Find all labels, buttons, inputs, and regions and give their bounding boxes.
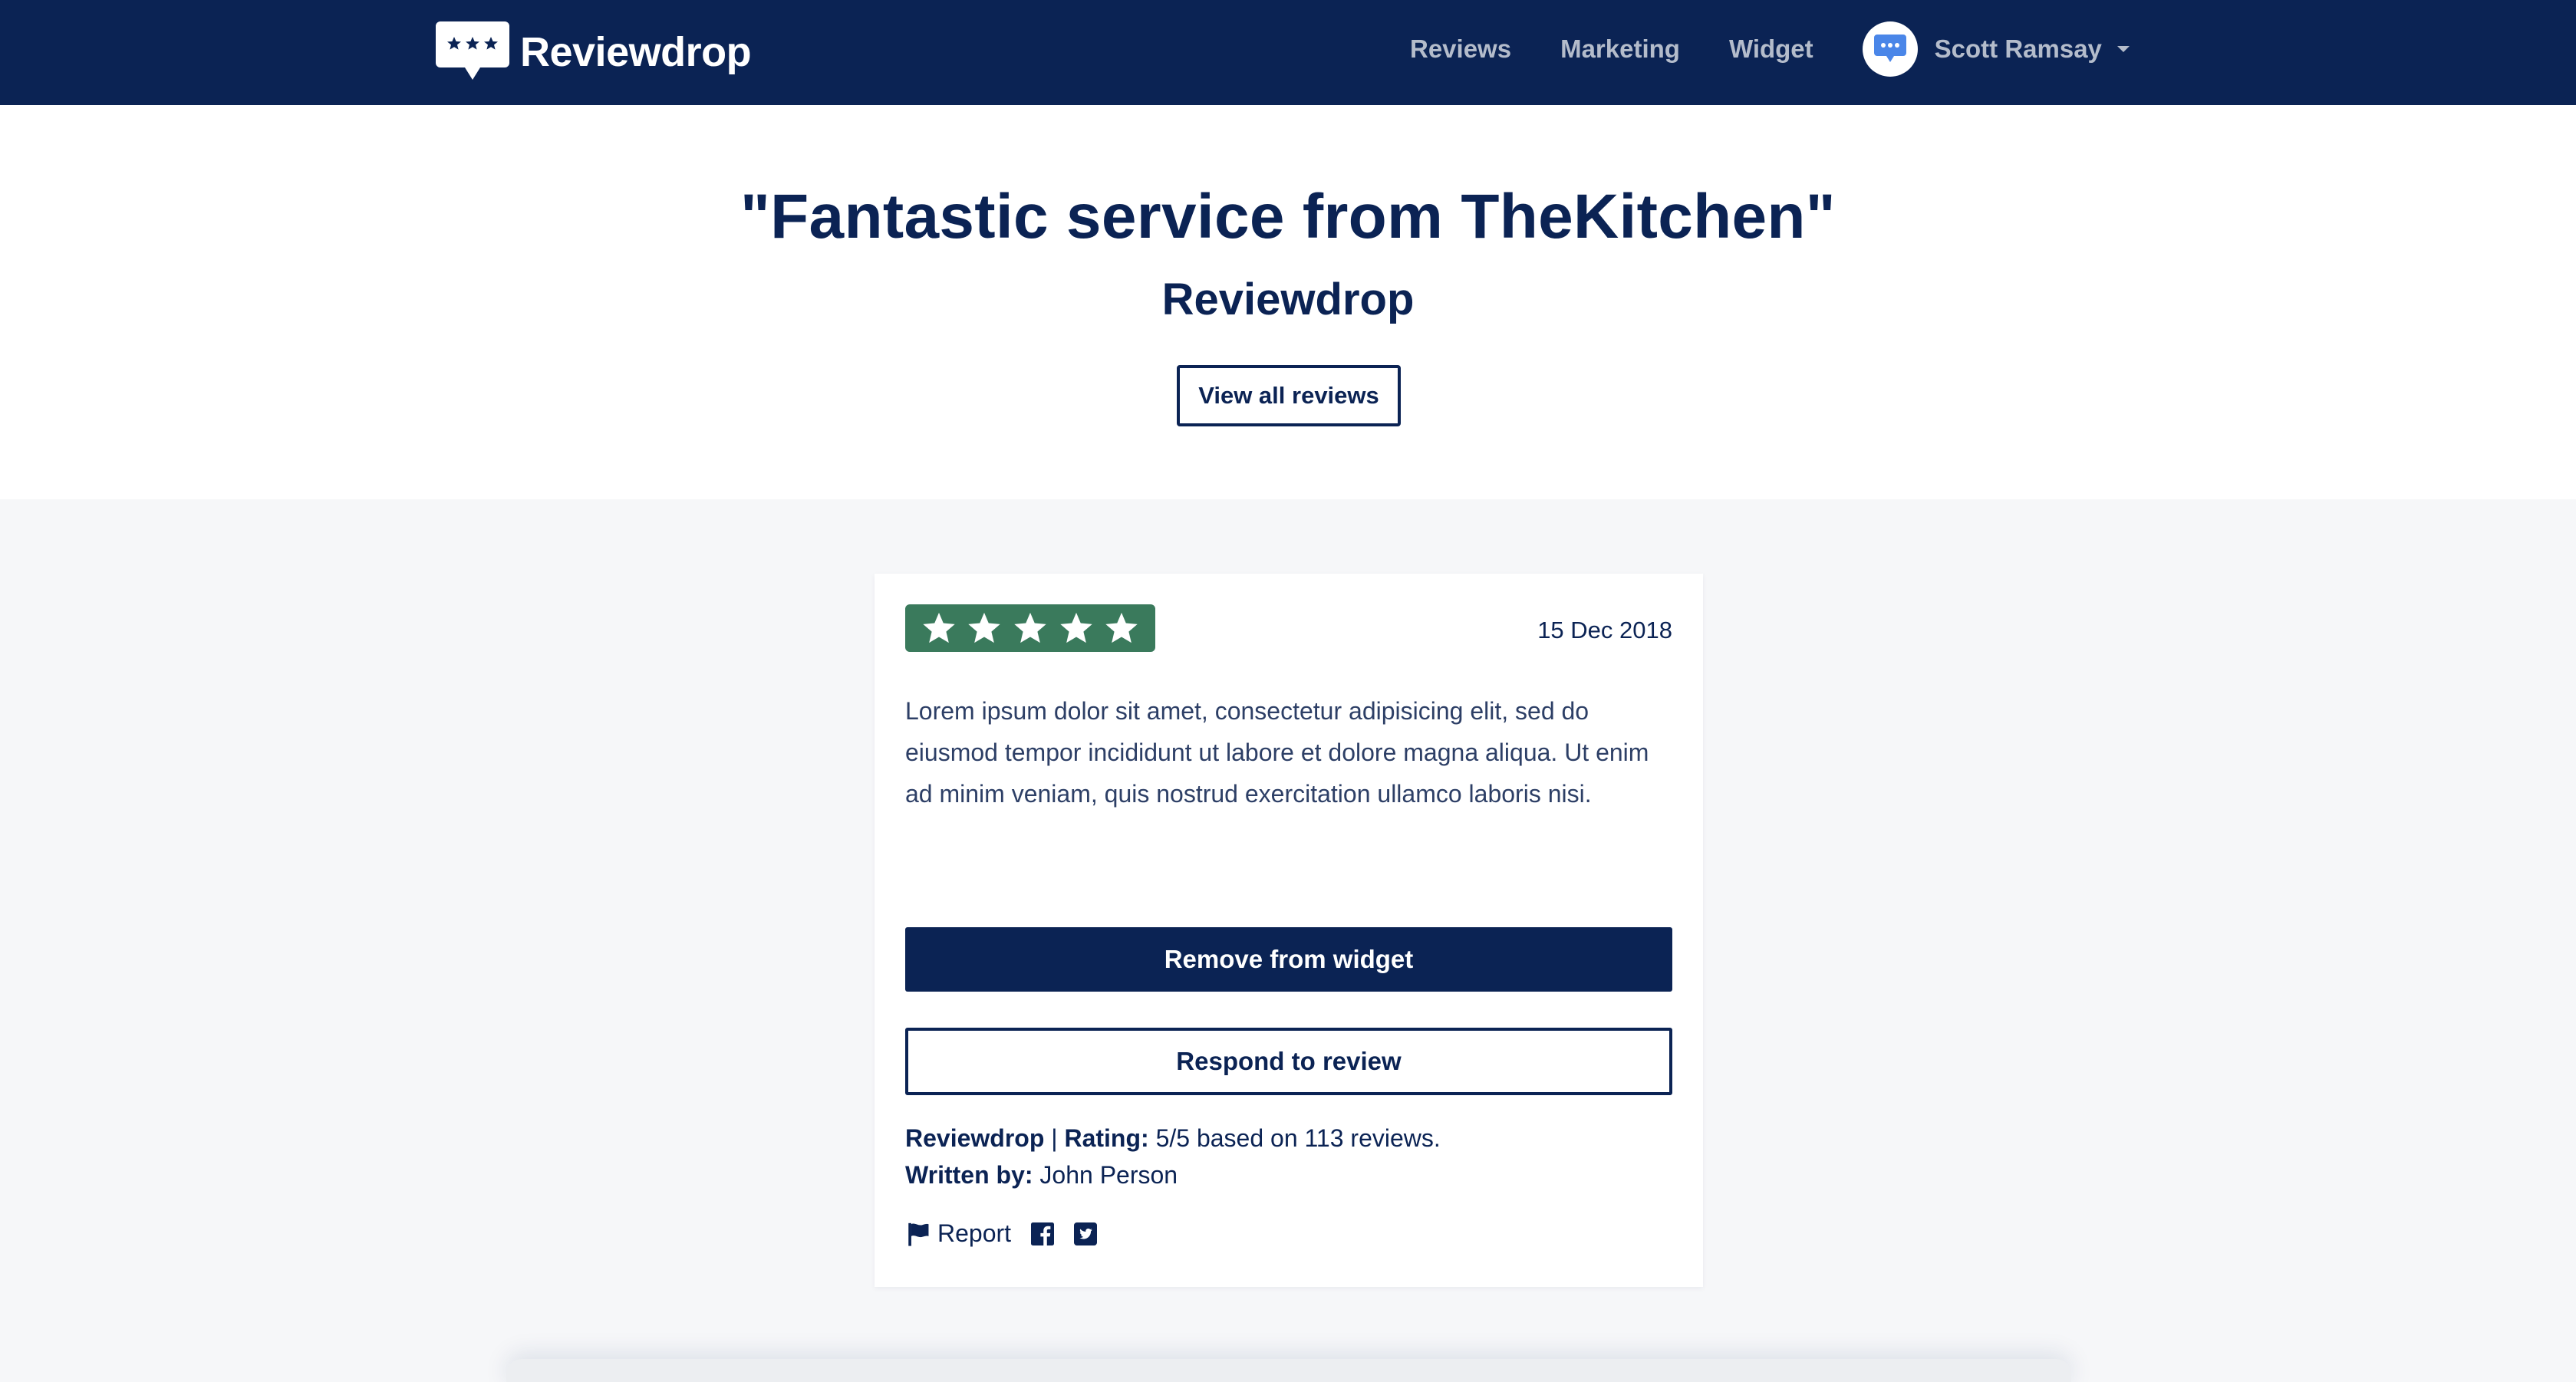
next-card-edge: [506, 1359, 2071, 1382]
author-line: Written by: John Person: [905, 1157, 1178, 1193]
brand-home-link[interactable]: Reviewdrop: [436, 21, 752, 83]
nav-link-marketing[interactable]: Marketing: [1560, 35, 1680, 64]
rating-summary: Reviewdrop | Rating: 5/5 based on 113 re…: [905, 1120, 1441, 1157]
star-icon: [1059, 612, 1092, 643]
respond-to-review-button[interactable]: Respond to review: [905, 1028, 1672, 1095]
nav-link-reviews[interactable]: Reviews: [1410, 35, 1511, 64]
avatar[interactable]: [1862, 21, 1918, 77]
review-date: 15 Dec 2018: [1537, 617, 1672, 643]
page-title: "Fantastic service from TheKitchen": [740, 182, 1836, 252]
star-icon: [1014, 612, 1046, 643]
star-rating: [905, 604, 1155, 652]
report-label[interactable]: Report: [937, 1219, 1011, 1248]
star-icon: [923, 612, 955, 643]
report-link[interactable]: Report: [905, 1219, 1011, 1248]
flag-icon: [908, 1222, 929, 1246]
review-text: Lorem ipsum dolor sit amet, consectetur …: [905, 697, 1649, 808]
user-menu[interactable]: Scott Ramsay: [1862, 21, 2130, 77]
user-name[interactable]: Scott Ramsay: [1935, 35, 2102, 64]
author-name: John Person: [1039, 1161, 1178, 1189]
business-name: Reviewdrop: [1161, 275, 1415, 324]
main-nav: Reviews Marketing Widget Scott Ramsay: [1410, 21, 2130, 77]
top-navbar: Reviewdrop Reviews Marketing Widget Scot…: [0, 0, 2576, 105]
review-card: 15 Dec 2018 Lorem ipsum dolor sit amet, …: [875, 574, 1703, 1287]
remove-from-widget-button[interactable]: Remove from widget: [905, 927, 1672, 992]
twitter-icon[interactable]: [1074, 1222, 1098, 1245]
facebook-icon[interactable]: [1031, 1222, 1055, 1245]
star-icon: [1105, 612, 1138, 643]
star-icon: [968, 612, 1001, 643]
written-by-label: Written by:: [905, 1161, 1033, 1189]
rating-label: Rating:: [1064, 1124, 1149, 1152]
separator: |: [1044, 1124, 1065, 1152]
business-label: Reviewdrop: [905, 1124, 1045, 1152]
view-all-reviews-button[interactable]: View all reviews: [1177, 365, 1401, 426]
chat-bubble-icon: [1873, 35, 1906, 62]
review-actions: Report: [905, 1219, 1098, 1248]
rating-summary-text: 5/5 based on 113 reviews.: [1155, 1124, 1441, 1152]
nav-link-widget[interactable]: Widget: [1729, 35, 1813, 64]
hero-section: "Fantastic service from TheKitchen" Revi…: [0, 105, 2576, 499]
logo-chat-stars-icon: [436, 21, 509, 80]
caret-down-icon[interactable]: [2116, 46, 2130, 52]
brand-name[interactable]: Reviewdrop: [520, 31, 752, 73]
